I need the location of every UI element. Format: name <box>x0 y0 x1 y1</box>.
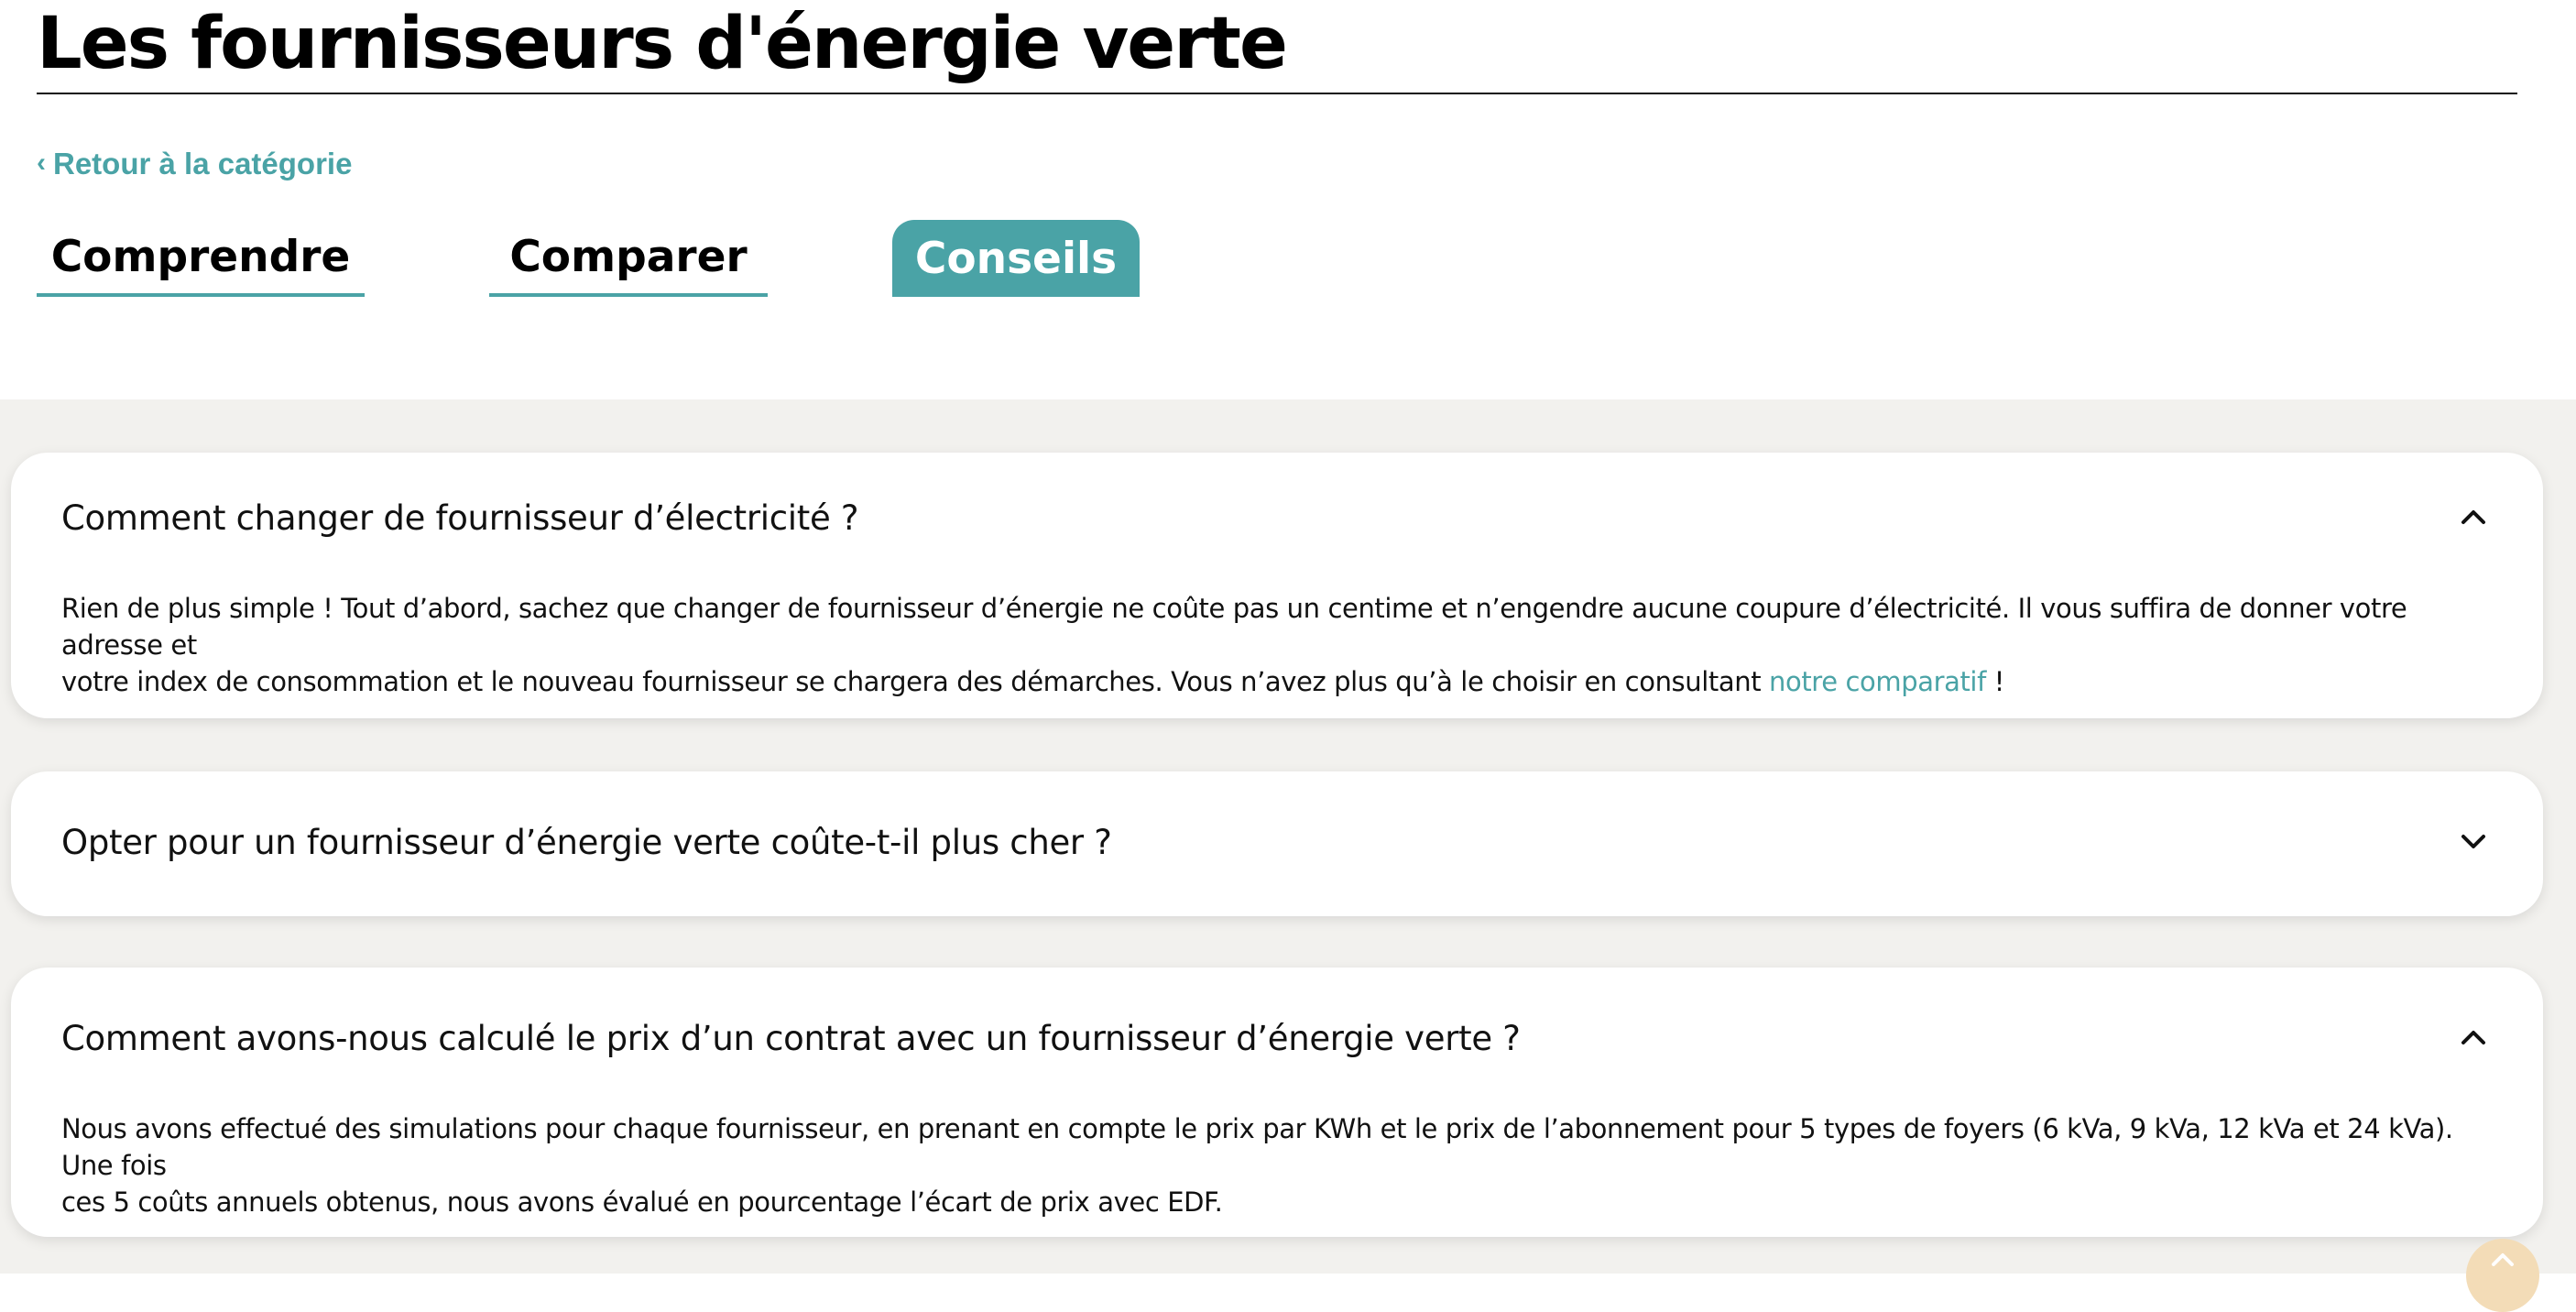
faq-answer: Nous avons effectué des simulations pour… <box>61 1110 2480 1220</box>
faq-item: Comment avons-nous calculé le prix d’un … <box>11 968 2543 1237</box>
faq-answer-line-2: votre index de consommation et le nouvea… <box>61 666 1770 697</box>
back-to-category-link[interactable]: ‹ Retour à la catégorie <box>37 147 352 181</box>
faq-question[interactable]: Opter pour un fournisseur d’énergie vert… <box>61 823 1112 862</box>
chevron-up-icon[interactable] <box>2455 498 2492 535</box>
page-header: Les fournisseurs d'énergie verte ‹ Retou… <box>0 0 2576 399</box>
faq-question[interactable]: Comment changer de fournisseur d’électri… <box>61 498 859 538</box>
faq-question[interactable]: Comment avons-nous calculé le prix d’un … <box>61 1019 1521 1058</box>
faq-item: Opter pour un fournisseur d’énergie vert… <box>11 771 2543 916</box>
tab-comparer[interactable]: Comparer <box>489 220 768 297</box>
page-title: Les fournisseurs d'énergie verte <box>37 3 1288 85</box>
tab-conseils[interactable]: Conseils <box>892 220 1140 297</box>
tab-comprendre[interactable]: Comprendre <box>37 220 365 297</box>
scroll-to-top-button[interactable] <box>2466 1239 2539 1312</box>
faq-answer: Rien de plus simple ! Tout d’abord, sach… <box>61 590 2480 700</box>
chevron-up-icon <box>2492 1253 2514 1266</box>
faq-item: Comment changer de fournisseur d’électri… <box>11 453 2543 718</box>
title-divider <box>37 93 2517 94</box>
faq-answer-end: ! <box>1985 666 2005 697</box>
chevron-left-icon: ‹ <box>37 147 46 178</box>
faq-answer-line-1: Nous avons effectué des simulations pour… <box>61 1113 2453 1181</box>
chevron-down-icon[interactable] <box>2455 823 2492 859</box>
chevron-up-icon[interactable] <box>2455 1019 2492 1055</box>
comparatif-link[interactable]: notre comparatif <box>1769 666 1986 697</box>
back-link-label: Retour à la catégorie <box>53 147 353 180</box>
faq-answer-line-2: ces 5 coûts annuels obtenus, nous avons … <box>61 1186 1223 1218</box>
faq-answer-line-1: Rien de plus simple ! Tout d’abord, sach… <box>61 593 2407 661</box>
faq-section: Comment changer de fournisseur d’électri… <box>0 399 2576 1274</box>
